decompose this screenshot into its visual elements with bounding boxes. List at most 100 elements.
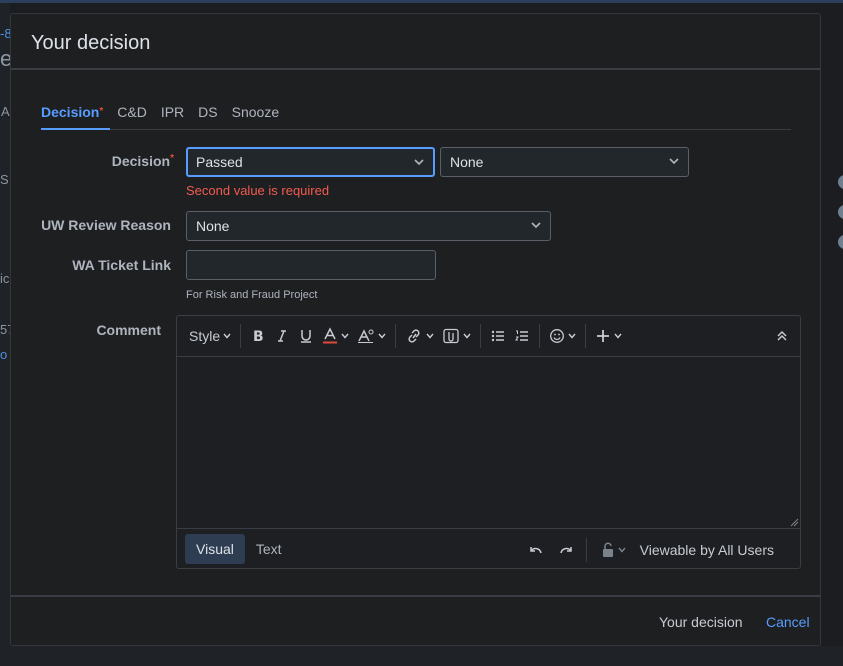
- chevron-down-icon: [614, 333, 622, 339]
- editor-footer-actions: Viewable by All Users: [524, 537, 778, 563]
- text-format-button[interactable]: [353, 323, 390, 349]
- italic-button[interactable]: [270, 323, 294, 349]
- background-fragment: o: [0, 347, 8, 362]
- dialog-header: Your decision: [11, 14, 820, 70]
- wa-ticket-link-input[interactable]: [186, 250, 436, 280]
- text-format-icon: [358, 329, 374, 343]
- underline-button[interactable]: [294, 323, 318, 349]
- toolbar-divider: [480, 324, 482, 348]
- link-button[interactable]: [401, 323, 438, 349]
- chevron-down-icon: [669, 158, 679, 165]
- chevron-down-icon: [378, 333, 386, 339]
- bullet-list-icon: [491, 330, 505, 342]
- tab-label: C&D: [117, 104, 147, 120]
- background-fragment: A: [1, 104, 10, 119]
- chevron-down-icon: [341, 333, 349, 339]
- background-avatar: [838, 175, 843, 189]
- wa-ticket-link-label: WA Ticket Link: [72, 257, 171, 273]
- emoji-icon: [550, 329, 565, 343]
- chevron-down-icon: [531, 222, 541, 229]
- background-bottom: [0, 646, 843, 666]
- editor-footer: Visual Text Viewable by All Users: [177, 529, 800, 568]
- tab-label: Decision: [41, 104, 100, 120]
- select-value: None: [196, 218, 230, 234]
- chevron-down-icon: [568, 333, 576, 339]
- decision-label: Decision*: [41, 153, 174, 169]
- bullet-list-button[interactable]: [486, 323, 510, 349]
- visibility-label: Viewable by All Users: [639, 542, 774, 558]
- tab-label: DS: [198, 104, 218, 120]
- editor-toolbar: Style B: [177, 316, 800, 357]
- toolbar-divider: [585, 324, 587, 348]
- toolbar-divider: [585, 538, 587, 562]
- required-mark: *: [170, 153, 174, 164]
- attachment-icon: [443, 328, 459, 344]
- tab-ipr[interactable]: IPR: [154, 104, 191, 130]
- chevron-down-icon: [618, 547, 626, 553]
- bold-icon: B: [253, 329, 264, 344]
- tab-ds[interactable]: DS: [191, 104, 224, 130]
- chevron-down-icon: [463, 333, 471, 339]
- background-fragment: ic: [0, 271, 10, 286]
- tab-cd[interactable]: C&D: [110, 104, 154, 130]
- dialog-title: Your decision: [31, 32, 151, 54]
- attachment-button[interactable]: [438, 323, 475, 349]
- uw-review-reason-select[interactable]: None: [186, 211, 551, 241]
- numbered-list-icon: [515, 330, 529, 341]
- undo-icon: [529, 547, 542, 554]
- redo-button[interactable]: [554, 537, 578, 563]
- text-color-button[interactable]: [318, 323, 353, 349]
- collapse-toolbar-button[interactable]: [772, 323, 792, 349]
- bold-button[interactable]: B: [246, 323, 270, 349]
- text-color-icon: [323, 327, 338, 344]
- visibility-dropdown[interactable]: Viewable by All Users: [597, 537, 778, 563]
- wa-ticket-link-hint: For Risk and Fraud Project: [186, 289, 318, 301]
- uw-review-reason-label: UW Review Reason: [41, 217, 171, 233]
- decision-primary-select[interactable]: Passed: [186, 147, 435, 177]
- background-avatar: [838, 205, 843, 219]
- undo-button[interactable]: [524, 537, 548, 563]
- visual-mode-button[interactable]: Visual: [185, 533, 245, 564]
- decision-secondary-select[interactable]: None: [440, 147, 689, 177]
- tab-decision[interactable]: Decision*: [41, 104, 111, 130]
- resize-handle-icon[interactable]: [790, 518, 799, 527]
- decision-error-message: Second value is required: [186, 183, 330, 198]
- redo-icon: [559, 547, 572, 554]
- tab-label: Snooze: [231, 104, 280, 120]
- comment-label: Comment: [96, 322, 161, 338]
- style-dropdown[interactable]: Style: [185, 323, 235, 349]
- comment-text-area[interactable]: [177, 357, 800, 529]
- toolbar-divider: [240, 324, 242, 348]
- comment-editor: Style B Visual Text Viewable by All User…: [176, 315, 801, 569]
- plus-icon: [597, 330, 610, 342]
- style-label: Style: [189, 328, 221, 344]
- background-avatar: [838, 235, 843, 249]
- tab-snooze[interactable]: Snooze: [225, 104, 286, 130]
- text-mode-button[interactable]: Text: [245, 534, 293, 564]
- decision-label-text: Decision: [111, 153, 171, 169]
- unlock-icon: [602, 542, 613, 557]
- chevron-down-icon: [414, 159, 424, 166]
- tab-bar: Decision* C&D IPR DS Snooze: [41, 104, 791, 130]
- background-fragment: S: [0, 172, 9, 187]
- select-value: Passed: [196, 154, 243, 170]
- svg-text:B: B: [253, 329, 264, 344]
- cancel-button[interactable]: Cancel: [766, 614, 810, 630]
- emoji-button[interactable]: [545, 323, 580, 349]
- numbered-list-button[interactable]: [510, 323, 534, 349]
- double-chevron-up-icon: [777, 330, 787, 341]
- insert-more-button[interactable]: [591, 323, 626, 349]
- submit-decision-button[interactable]: Your decision: [659, 614, 743, 630]
- select-value: None: [450, 154, 484, 170]
- required-mark: *: [99, 106, 104, 117]
- link-icon: [408, 329, 420, 343]
- decision-dialog: Your decision Decision* C&D IPR DS Snooz…: [10, 13, 821, 646]
- chevron-down-icon: [426, 333, 434, 339]
- background-top-strip: [0, 0, 843, 3]
- italic-icon: [278, 330, 287, 342]
- dialog-footer: Your decision Cancel: [11, 595, 820, 646]
- underline-icon: [301, 330, 312, 343]
- chevron-down-icon: [223, 333, 231, 339]
- toolbar-divider: [539, 324, 541, 348]
- toolbar-divider: [395, 324, 397, 348]
